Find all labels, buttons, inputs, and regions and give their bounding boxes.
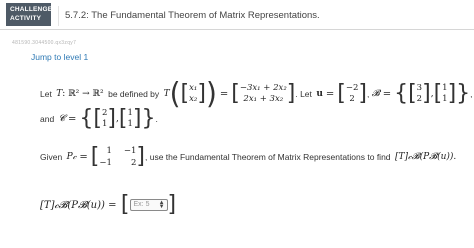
badge-line-1: CHALLENGE <box>10 6 53 13</box>
equals-sign: = <box>219 88 229 100</box>
badge-line-2: ACTIVITY <box>10 15 42 22</box>
instruction-text: , use the Fundamental Theorem of Matrix … <box>145 152 391 162</box>
B-trailing-comma: , <box>470 89 473 99</box>
answer-close-bracket: ] <box>167 192 177 217</box>
given-text: Given <box>40 152 63 162</box>
output-vector: −3x₁ + 2x₂ 2x₁ + 3x₂ <box>240 83 287 105</box>
output-open-bracket: [ <box>231 81 240 106</box>
input-vector-x2: x₂ <box>189 94 198 104</box>
B-vec2-open: [ <box>433 81 443 106</box>
P-close-bracket: ] <box>136 144 145 169</box>
B-vec1-open: [ <box>408 81 417 106</box>
activity-title: 5.7.2: The Fundamental Theorem of Matrix… <box>58 6 474 26</box>
defined-by-text: be defined by <box>108 89 160 99</box>
let-u-text: Let <box>300 89 312 99</box>
u-equals: = <box>325 88 335 100</box>
u-label: u <box>316 89 323 99</box>
C-trailing-period: . <box>155 114 158 124</box>
u-close-bracket: ] <box>358 81 367 106</box>
transform-domain: : ℝ² → ℝ² <box>62 89 104 99</box>
given-row: Given P𝒸 = [ 1 −1 −1 2 ] , use the Funda… <box>40 142 456 172</box>
C-vec1-close: ] <box>107 106 117 131</box>
answer-row: [T]𝒸𝓑(P𝓑(u)) = [ Ex: 5 ▲ ▼ ] <box>40 190 176 220</box>
answer-placeholder: Ex: 5 <box>133 201 150 208</box>
B-vec1-close: ] <box>422 81 431 106</box>
P-label: P𝒸 <box>66 152 77 162</box>
answer-open-bracket: [ <box>120 192 130 217</box>
B-equals: = <box>382 88 392 100</box>
P-matrix: 1 −1 −1 2 <box>99 146 136 168</box>
output-vector-row-2: 2x₁ + 3x₂ <box>243 94 284 104</box>
P-matrix-r2c2: 2 <box>130 158 137 168</box>
activity-id: 481590.3044500.qx3zqy7 <box>12 40 77 46</box>
output-vector-row-1: −3x₁ + 2x₂ <box>239 83 287 93</box>
P-matrix-r2c1: −1 <box>99 158 112 168</box>
u-vector-row-2: 2 <box>349 94 355 104</box>
answer-input[interactable]: Ex: 5 ▲ ▼ <box>129 199 168 211</box>
and-text: and <box>40 114 55 124</box>
close-paren: ) <box>205 76 217 111</box>
jump-to-level-link[interactable]: Jump to level 1 <box>31 52 88 62</box>
B-vec2-close: ] <box>447 81 457 106</box>
open-bracket: [ <box>180 81 190 106</box>
C-open-brace: { <box>79 106 94 131</box>
C-vec2-open: [ <box>118 106 128 131</box>
P-matrix-r1c2: −1 <box>123 146 137 156</box>
basis-C-row: and 𝓒 = { [ 2 1 ] , [ 1 1 ] } . <box>40 104 158 134</box>
challenge-activity-badge: CHALLENGE ACTIVITY <box>6 3 53 26</box>
C-close-brace: } <box>141 106 156 131</box>
open-paren: ( <box>169 76 181 111</box>
close-bracket: ] <box>197 81 206 106</box>
let-text: Let <box>40 89 52 99</box>
C-equals: = <box>68 113 77 125</box>
P-matrix-r1c1: 1 <box>106 146 112 156</box>
B-close-brace: } <box>456 81 471 106</box>
C-vec1-open: [ <box>93 106 102 131</box>
target-expression: [T]𝒸𝓑(P𝓑(u)). <box>394 152 457 162</box>
answer-lhs: [T]𝒸𝓑(P𝓑(u)) = <box>40 199 117 211</box>
input-vector-x1: x₁ <box>189 83 198 93</box>
B-open-brace: { <box>394 81 409 106</box>
input-vector: x₁ x₂ <box>189 83 197 105</box>
C-vec2-close: ] <box>132 106 142 131</box>
u-open-bracket: [ <box>337 81 346 106</box>
answer-input-box: Ex: 5 ▲ ▼ <box>129 194 168 216</box>
B-label: 𝓑 <box>371 89 380 99</box>
P-open-bracket: [ <box>90 144 100 169</box>
spinner-arrows-icon[interactable]: ▲ ▼ <box>159 200 165 210</box>
P-equals: = <box>79 151 88 163</box>
activity-header: CHALLENGE ACTIVITY 5.7.2: The Fundamenta… <box>0 0 474 30</box>
u-vector-row-1: −2 <box>345 83 359 93</box>
u-vector: −2 2 <box>346 83 359 105</box>
C-label: 𝓒 <box>58 114 66 124</box>
output-close-bracket: ] <box>286 81 296 106</box>
